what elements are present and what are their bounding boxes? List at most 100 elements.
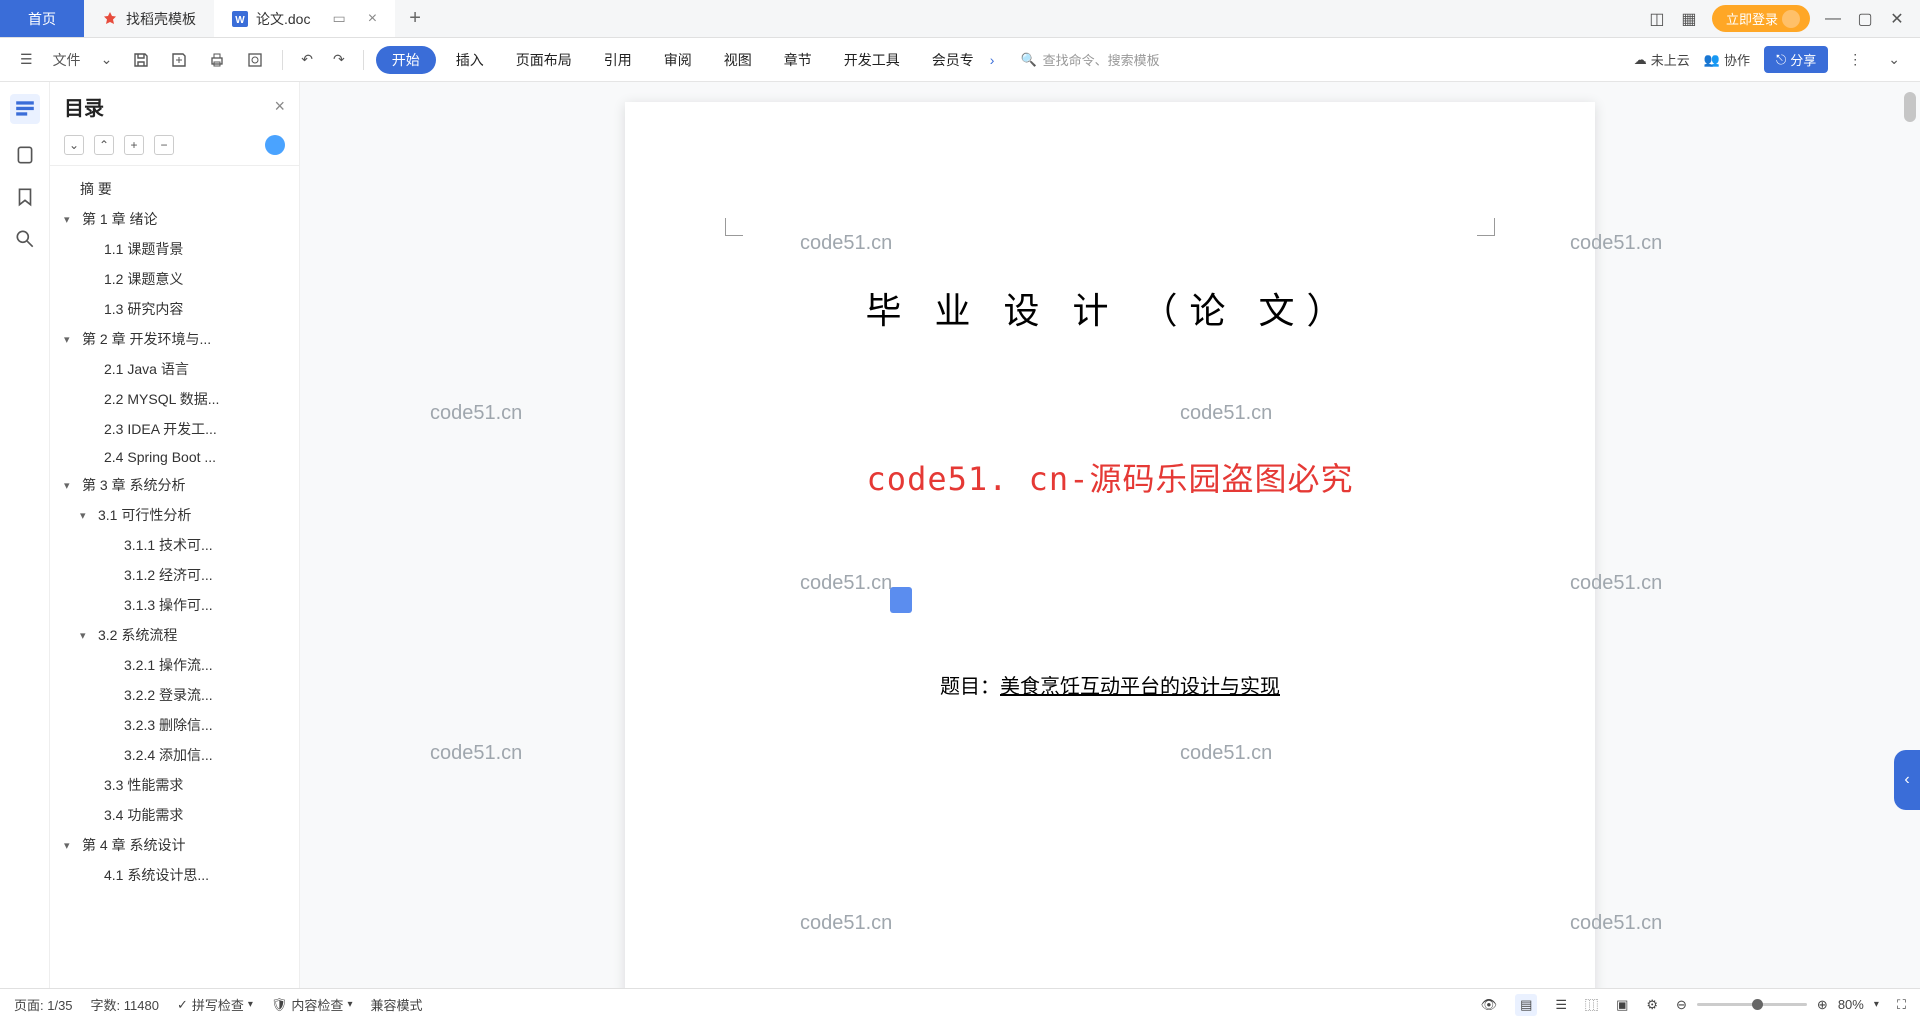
zoom-out-icon[interactable]: ⊖ [1676,997,1687,1013]
chevron-down-icon[interactable]: ▾ [64,479,78,492]
outline-item[interactable]: ▾第 2 章 开发环境与... [56,324,293,354]
redo-icon[interactable]: ↷ [327,47,351,72]
outline-item[interactable]: 3.3 性能需求 [56,770,293,800]
outline-item[interactable]: ▾第 4 章 系统设计 [56,830,293,860]
remove-item-icon[interactable]: − [154,135,174,155]
outline-item[interactable]: 3.1.3 操作可... [56,590,293,620]
page-view-icon[interactable]: ▤ [1515,994,1537,1016]
chevron-down-icon[interactable]: ▾ [64,213,78,226]
ribbon-tab-layout[interactable]: 页面布局 [504,46,584,74]
tab-templates[interactable]: 找稻壳模板 [84,0,214,37]
print-icon[interactable] [202,47,232,73]
collapse-all-icon[interactable]: ⌄ [64,135,84,155]
zoom-slider[interactable] [1697,1003,1807,1006]
more-arrow-icon[interactable]: › [990,52,995,68]
ribbon-tab-developer[interactable]: 开发工具 [832,46,912,74]
search-box[interactable]: 🔍 查找命令、搜索模板 [1012,46,1167,73]
outline-item[interactable]: 摘 要 [56,174,293,204]
chevron-down-icon[interactable]: ▾ [64,839,78,852]
focus-view-icon[interactable]: ▣ [1616,997,1628,1013]
undo-icon[interactable]: ↶ [295,47,319,72]
chevron-down-icon[interactable]: ▾ [80,509,94,522]
clipboard-rail-icon[interactable] [14,144,36,166]
zoom-value[interactable]: 80% [1838,997,1864,1012]
outline-item[interactable]: 2.3 IDEA 开发工... [56,414,293,444]
outline-item[interactable]: 3.1.1 技术可... [56,530,293,560]
login-button[interactable]: 立即登录 [1712,5,1810,32]
outline-item[interactable]: 3.1.2 经济可... [56,560,293,590]
search-rail-icon[interactable] [14,228,36,250]
add-tab-button[interactable]: + [395,0,435,37]
fullscreen-icon[interactable]: ⛶ [1897,997,1906,1013]
chevron-down-icon[interactable]: ⌄ [95,47,119,72]
ribbon-tab-references[interactable]: 引用 [592,46,644,74]
collaborate-button[interactable]: 👥协作 [1704,50,1750,69]
outline-item[interactable]: 3.2.1 操作流... [56,650,293,680]
close-panel-icon[interactable]: × [274,96,285,117]
outline-item[interactable]: 3.2.3 删除信... [56,710,293,740]
web-view-icon[interactable]: ⿲ [1585,995,1598,1014]
tab-close-icon[interactable]: × [368,10,377,28]
dropdown-icon[interactable]: ▾ [1874,999,1879,1010]
document-canvas[interactable]: 毕 业 设 计 （论 文） code51. cn-源码乐园盗图必究 题目：美食烹… [300,82,1920,988]
outline-item[interactable]: ▾第 1 章 绪论 [56,204,293,234]
outline-item[interactable]: 3.4 功能需求 [56,800,293,830]
vertical-scrollbar[interactable] [1904,92,1916,980]
outline-item[interactable]: 1.3 研究内容 [56,294,293,324]
cloud-sync-button[interactable]: ☁未上云 [1634,50,1690,69]
expand-all-icon[interactable]: ⌃ [94,135,114,155]
window-split-icon[interactable]: ◫ [1648,10,1666,28]
floating-tool-icon[interactable] [890,587,912,613]
outline-item[interactable]: ▾3.2 系统流程 [56,620,293,650]
tab-document[interactable]: W 论文.doc ▭ × [214,0,395,37]
ribbon-tab-chapter[interactable]: 章节 [772,46,824,74]
ribbon-tab-insert[interactable]: 插入 [444,46,496,74]
outline-item[interactable]: 2.2 MYSQL 数据... [56,384,293,414]
ribbon-tab-member[interactable]: 会员专 [920,46,986,74]
ribbon-tab-review[interactable]: 审阅 [652,46,704,74]
outline-view-icon[interactable]: ☰ [1555,997,1567,1013]
outline-list[interactable]: 摘 要▾第 1 章 绪论1.1 课题背景1.2 课题意义1.3 研究内容▾第 2… [50,166,299,988]
page-indicator[interactable]: 页面: 1/35 [14,995,73,1014]
outline-item[interactable]: 4.1 系统设计思... [56,860,293,890]
chevron-down-icon[interactable]: ▾ [64,333,78,346]
apps-grid-icon[interactable]: ▦ [1680,10,1698,28]
settings-icon[interactable]: ⚙ [1646,997,1658,1013]
zoom-thumb[interactable] [1752,999,1763,1010]
ribbon-tab-view[interactable]: 视图 [712,46,764,74]
spellcheck-button[interactable]: ✓拼写检查 ▾ [177,995,253,1014]
outline-item[interactable]: 3.2.4 添加信... [56,740,293,770]
collapse-ribbon-icon[interactable]: ⌄ [1882,47,1906,72]
print-preview-icon[interactable] [240,47,270,73]
chevron-down-icon[interactable]: ▾ [80,629,94,642]
share-button[interactable]: ⎋分享 [1764,46,1828,73]
outline-item[interactable]: 1.1 课题背景 [56,234,293,264]
tab-home[interactable]: 首页 [0,0,84,37]
zoom-in-icon[interactable]: ⊕ [1817,997,1828,1013]
outline-item[interactable]: 1.2 课题意义 [56,264,293,294]
reading-mode-icon[interactable]: 👁 [1481,997,1498,1013]
save-as-icon[interactable] [164,47,194,73]
present-icon[interactable]: ▭ [332,10,345,27]
word-count[interactable]: 字数: 11480 [91,995,159,1014]
outline-item[interactable]: ▾第 3 章 系统分析 [56,470,293,500]
minimize-icon[interactable]: — [1824,10,1842,28]
save-icon[interactable] [126,47,156,73]
content-check-button[interactable]: 🛡内容检查 ▾ [271,995,353,1014]
outline-item[interactable]: 2.1 Java 语言 [56,354,293,384]
scrollbar-thumb[interactable] [1904,92,1916,122]
outline-item[interactable]: 2.4 Spring Boot ... [56,444,293,470]
outline-item[interactable]: ▾3.1 可行性分析 [56,500,293,530]
add-item-icon[interactable]: + [124,135,144,155]
ribbon-tab-start[interactable]: 开始 [376,46,436,74]
bookmark-rail-icon[interactable] [14,186,36,208]
compat-mode[interactable]: 兼容模式 [370,995,422,1014]
assistant-dot-icon[interactable] [265,135,285,155]
close-window-icon[interactable]: ✕ [1888,10,1906,28]
maximize-icon[interactable]: ▢ [1856,10,1874,28]
more-menu-icon[interactable]: ⋮ [1842,47,1868,72]
outline-rail-icon[interactable] [10,94,40,124]
menu-icon[interactable]: ☰ [14,47,39,72]
file-menu[interactable]: 文件 [47,46,87,74]
outline-item[interactable]: 3.2.2 登录流... [56,680,293,710]
